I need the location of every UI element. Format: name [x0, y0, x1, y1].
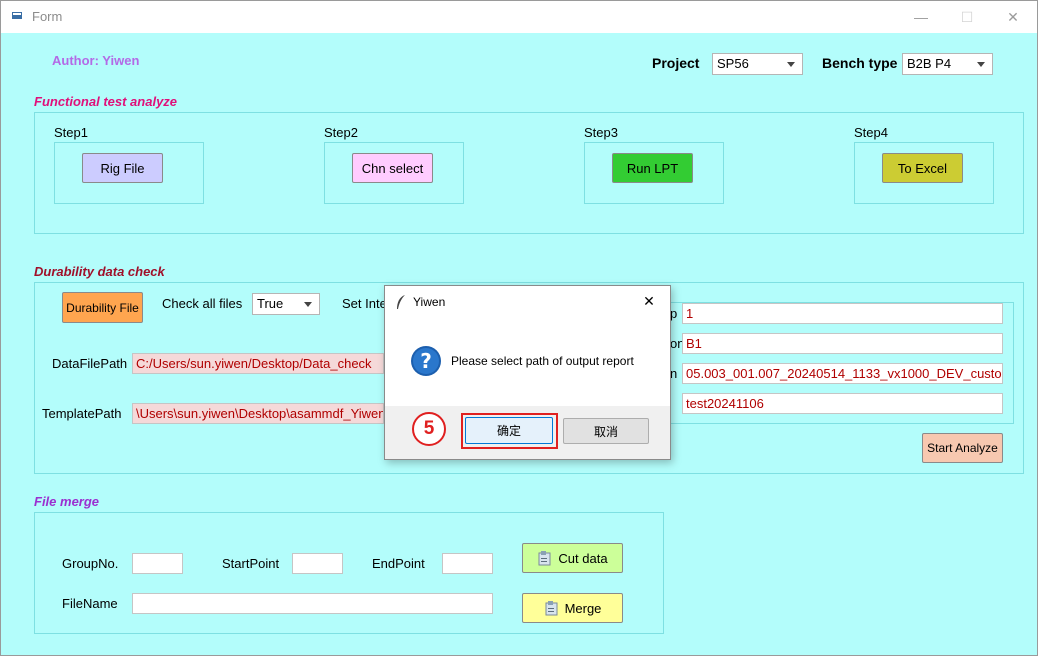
start-analyze-button-label: Start Analyze [927, 441, 998, 455]
set-interval-label: Set Inte [342, 296, 387, 311]
rig-file-button-label: Rig File [100, 160, 145, 176]
project-select[interactable]: SP56 [712, 53, 803, 75]
question-icon: ? [411, 346, 441, 376]
bench-type-label: Bench type [822, 55, 898, 71]
merge-icon [545, 601, 558, 616]
end-point-label: EndPoint [372, 556, 425, 571]
durability-file-button[interactable]: Durability File [62, 292, 143, 323]
param-label-1: p [670, 306, 678, 321]
to-excel-button[interactable]: To Excel [882, 153, 963, 183]
maximize-button[interactable]: ☐ [945, 1, 989, 33]
durability-group-title: Durability data check [34, 264, 165, 279]
step3-label: Step3 [584, 125, 618, 140]
dialog-title: Yiwen [413, 295, 446, 309]
project-select-value: SP56 [717, 56, 749, 71]
merge-button-label: Merge [564, 600, 602, 616]
close-icon: ✕ [643, 293, 655, 309]
functional-group-title: Functional test analyze [34, 94, 178, 109]
cut-data-button-label: Cut data [558, 550, 608, 566]
group-no-label: GroupNo. [62, 556, 119, 571]
param-input-1[interactable]: 1 [682, 303, 1003, 324]
cancel-button[interactable]: 取消 [563, 418, 649, 444]
title-bar: Form — ☐ ✕ [1, 1, 1037, 33]
author-label: Author: Yiwen [52, 53, 140, 68]
ok-button-label: 确定 [496, 424, 521, 438]
maximize-icon: ☐ [960, 9, 974, 25]
project-label: Project [652, 55, 700, 71]
merge-button[interactable]: Merge [522, 593, 623, 623]
ok-button[interactable]: 确定 [465, 417, 553, 444]
step4-label: Step4 [854, 125, 888, 140]
param-input-2[interactable]: B1 [682, 333, 1003, 354]
app-icon [12, 12, 22, 19]
cut-data-icon [538, 551, 551, 566]
param-input-4[interactable]: test20241106 [682, 393, 1003, 414]
end-point-input[interactable] [442, 553, 493, 574]
chn-select-button[interactable]: Chn select [352, 153, 433, 183]
template-path-label: TemplatePath [42, 406, 122, 421]
to-excel-button-label: To Excel [897, 160, 948, 176]
minimize-button[interactable]: — [899, 1, 943, 33]
feather-icon [397, 295, 405, 309]
chn-select-button-label: Chn select [361, 160, 424, 176]
run-lpt-button[interactable]: Run LPT [612, 153, 693, 183]
run-lpt-button-label: Run LPT [626, 160, 679, 176]
template-path-input[interactable]: \Users\sun.yiwen\Desktop\asammdf_Yiwen\ [132, 403, 384, 424]
datafile-path-label: DataFilePath [52, 356, 128, 371]
close-button[interactable]: ✕ [991, 1, 1035, 33]
cut-data-button[interactable]: Cut data [522, 543, 623, 573]
check-all-label: Check all files [162, 296, 243, 311]
svg-text:?: ? [420, 349, 432, 373]
chevron-down-icon [977, 62, 985, 67]
dialog-close-button[interactable]: ✕ [629, 287, 669, 315]
filename-input[interactable] [132, 593, 493, 614]
step2-label: Step2 [324, 125, 358, 140]
start-analyze-button[interactable]: Start Analyze [922, 433, 1003, 463]
start-point-label: StartPoint [222, 556, 280, 571]
message-dialog: Yiwen ✕ ? Please select path of output r… [384, 285, 671, 460]
param-input-3[interactable]: 05.003_001.007_20240514_1133_vx1000_DEV_… [682, 363, 1003, 384]
cancel-button-label: 取消 [593, 424, 618, 439]
check-all-select-value: True [257, 296, 284, 311]
rig-file-button[interactable]: Rig File [82, 153, 163, 183]
start-point-input[interactable] [292, 553, 343, 574]
check-all-select[interactable]: True [252, 293, 320, 315]
form-window: Form — ☐ ✕ Author: Yiwen Project SP56 Be… [0, 0, 1038, 656]
minimize-icon: — [914, 9, 928, 25]
filename-label: FileName [62, 596, 118, 611]
dialog-message: Please select path of output report [451, 354, 634, 368]
durability-file-button-label: Durability File [66, 300, 139, 315]
close-icon: ✕ [1007, 9, 1019, 25]
window-title: Form [32, 9, 63, 24]
chevron-down-icon [304, 302, 312, 307]
step1-label: Step1 [54, 125, 88, 140]
chevron-down-icon [787, 62, 795, 67]
bench-type-select-value: B2B P4 [907, 56, 952, 71]
file-merge-group-title: File merge [34, 494, 100, 509]
datafile-path-input[interactable]: C:/Users/sun.yiwen/Desktop/Data_check [132, 353, 384, 374]
group-no-input[interactable] [132, 553, 183, 574]
param-label-3: n [670, 366, 678, 381]
step-badge: 5 [412, 412, 446, 446]
bench-type-select[interactable]: B2B P4 [902, 53, 993, 75]
